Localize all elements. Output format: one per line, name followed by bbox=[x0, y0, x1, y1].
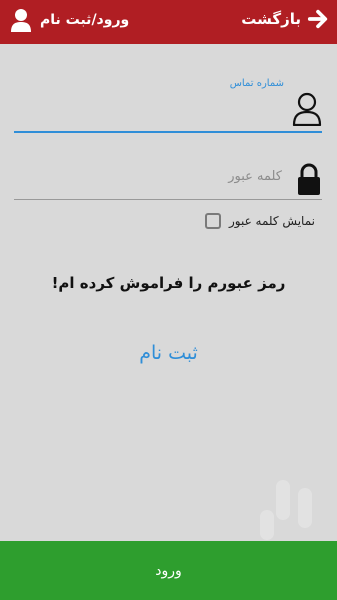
login-button-label: ورود bbox=[155, 562, 182, 579]
back-button[interactable]: بازگشت bbox=[241, 8, 329, 30]
show-password-checkbox[interactable] bbox=[204, 213, 221, 229]
phone-field[interactable]: شماره تماس bbox=[14, 72, 322, 134]
phone-field-underline bbox=[14, 131, 322, 133]
login-button[interactable]: ورود bbox=[0, 541, 337, 600]
title-group: ورود/ثبت نام bbox=[10, 8, 129, 32]
password-field[interactable]: کلمه عبور bbox=[14, 156, 322, 201]
arrow-right-icon bbox=[307, 9, 328, 29]
page-title: ورود/ثبت نام bbox=[40, 12, 130, 28]
show-password-label: نمایش کلمه عبور bbox=[228, 214, 315, 228]
show-password-toggle[interactable]: نمایش کلمه عبور bbox=[204, 213, 315, 229]
user-outline-icon bbox=[292, 92, 322, 126]
top-app-bar: بازگشت ورود/ثبت نام bbox=[0, 0, 337, 44]
register-link[interactable]: ثبت نام bbox=[0, 342, 337, 364]
phone-field-label: شماره تماس bbox=[229, 78, 284, 89]
forgot-password-link[interactable]: رمز عبورم را فراموش کرده ام! bbox=[0, 274, 337, 292]
password-placeholder: کلمه عبور bbox=[228, 169, 282, 184]
password-field-underline bbox=[14, 199, 322, 200]
back-label: بازگشت bbox=[241, 10, 301, 28]
user-icon bbox=[11, 9, 31, 32]
lock-icon bbox=[298, 163, 320, 195]
